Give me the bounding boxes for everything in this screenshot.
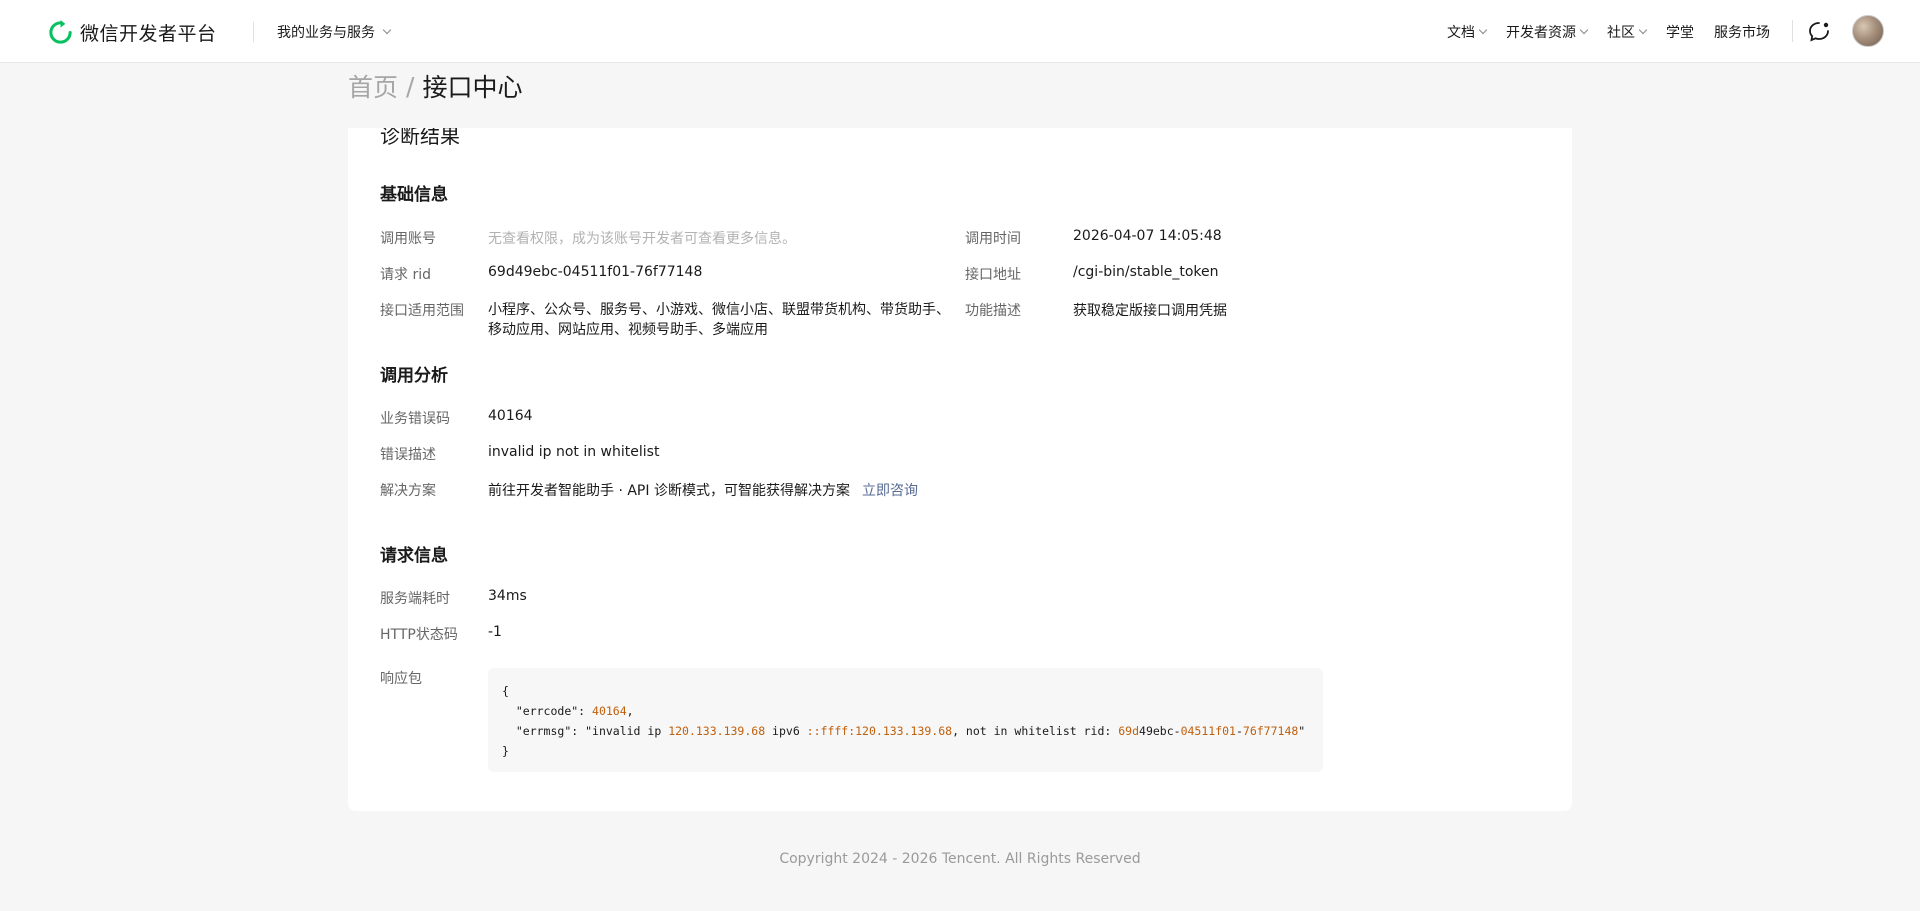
json-ipv6-text: ipv6 xyxy=(765,724,807,738)
json-errcode-value: 40164 xyxy=(592,704,627,718)
json-ipv6: ::ffff:120.133.139.68 xyxy=(806,724,953,738)
logo-text: 微信开发者平台 xyxy=(80,22,217,45)
footer-copyright: Copyright 2024 - 2026 Tencent. All Right… xyxy=(779,851,1141,867)
breadcrumb-current: 接口中心 xyxy=(422,73,523,102)
solution-text: 前往开发者智能助手 · API 诊断模式，可智能获得解决方案 xyxy=(488,483,850,499)
chevron-down-icon xyxy=(1579,25,1589,35)
nav-community-label: 社区 xyxy=(1607,25,1635,41)
breadcrumb: 首页 / 接口中心 xyxy=(348,69,522,103)
nav-service-market-label: 服务市场 xyxy=(1714,25,1770,41)
account-label: 调用账号 xyxy=(380,231,436,247)
diagnosis-card: 诊断结果 基础信息 调用账号 无查看权限，成为该账号开发者可查看更多信息。 调用… xyxy=(348,128,1572,811)
rid-value: 69d49ebc-04511f01-76f77148 xyxy=(488,264,703,280)
api-url-value: /cgi-bin/stable_token xyxy=(1073,264,1219,280)
json-close: } xyxy=(502,744,509,758)
nav-dev-resources-label: 开发者资源 xyxy=(1506,25,1576,41)
json-errmsg-key: "errmsg": "invalid ip xyxy=(515,724,669,738)
solution-label: 解决方案 xyxy=(380,483,436,499)
nav-docs[interactable]: 文档 xyxy=(1447,22,1488,42)
breadcrumb-separator: / xyxy=(406,71,415,101)
nav-divider xyxy=(1792,20,1793,42)
response-label: 响应包 xyxy=(380,671,422,687)
breadcrumb-home[interactable]: 首页 xyxy=(348,68,398,104)
json-open: { xyxy=(502,684,509,698)
rid-label: 请求 rid xyxy=(380,267,431,283)
http-status-label: HTTP状态码 xyxy=(380,627,458,643)
avatar[interactable] xyxy=(1852,15,1884,47)
chevron-down-icon xyxy=(1478,25,1488,35)
nav-academy[interactable]: 学堂 xyxy=(1666,22,1694,42)
diagnosis-title: 诊断结果 xyxy=(380,128,460,148)
message-bubble-icon[interactable] xyxy=(1807,20,1831,44)
nav-dev-resources[interactable]: 开发者资源 xyxy=(1506,22,1589,42)
chevron-down-icon xyxy=(382,25,392,35)
json-rid-e: 76f77148 xyxy=(1242,724,1299,738)
function-label: 功能描述 xyxy=(965,303,1021,319)
scope-value: 小程序、公众号、服务号、小游戏、微信小店、联盟带货机构、带货助手、移动应用、网站… xyxy=(488,302,950,338)
json-tail-text: , not in whitelist rid: xyxy=(952,724,1119,738)
biz-service-menu-label: 我的业务与服务 xyxy=(277,25,375,41)
wechat-dev-logo-icon xyxy=(49,19,72,44)
section-call-analysis: 调用分析 xyxy=(380,366,448,386)
top-header: 微信开发者平台 我的业务与服务 文档 开发者资源 社区 学堂 服务市场 xyxy=(0,0,1920,63)
errdesc-label: 错误描述 xyxy=(380,447,436,463)
errcode-label: 业务错误码 xyxy=(380,411,450,427)
nav-academy-label: 学堂 xyxy=(1666,25,1694,41)
json-rid-b: 49ebc- xyxy=(1139,724,1181,738)
header-divider xyxy=(253,22,254,42)
solution-value: 前往开发者智能助手 · API 诊断模式，可智能获得解决方案 立即咨询 xyxy=(488,480,918,500)
scope-label: 接口适用范围 xyxy=(380,303,464,319)
platform-logo[interactable]: 微信开发者平台 xyxy=(47,18,217,46)
latency-label: 服务端耗时 xyxy=(380,591,450,607)
call-time-value: 2026-04-07 14:05:48 xyxy=(1073,228,1222,244)
biz-service-menu[interactable]: 我的业务与服务 xyxy=(277,22,392,42)
latency-value: 34ms xyxy=(488,588,527,604)
json-rid-d: - xyxy=(1235,724,1243,738)
http-status-value: -1 xyxy=(488,624,502,640)
json-rid-close: " xyxy=(1298,724,1306,738)
errdesc-value: invalid ip not in whitelist xyxy=(488,444,660,460)
json-rid-c: 04511f01 xyxy=(1180,724,1236,738)
call-time-label: 调用时间 xyxy=(965,231,1021,247)
api-url-label: 接口地址 xyxy=(965,267,1021,283)
section-basic-info: 基础信息 xyxy=(380,185,448,205)
nav-community[interactable]: 社区 xyxy=(1607,22,1648,42)
json-rid-a: 69d xyxy=(1118,724,1140,738)
nav-service-market[interactable]: 服务市场 xyxy=(1714,22,1770,42)
json-errcode-key: "errcode": xyxy=(515,704,593,718)
section-request-info: 请求信息 xyxy=(380,546,448,566)
json-comma: , xyxy=(626,704,634,718)
nav-docs-label: 文档 xyxy=(1447,25,1475,41)
function-value: 获取稳定版接口调用凭据 xyxy=(1073,303,1227,319)
response-body[interactable]: { "errcode": 40164, "errmsg": "invalid i… xyxy=(488,668,1323,772)
errcode-value: 40164 xyxy=(488,408,533,424)
account-value: 无查看权限，成为该账号开发者可查看更多信息。 xyxy=(488,231,796,247)
json-ip: 120.133.139.68 xyxy=(668,724,766,738)
consult-now-link[interactable]: 立即咨询 xyxy=(862,483,918,499)
chevron-down-icon xyxy=(1638,25,1648,35)
top-nav: 文档 开发者资源 社区 学堂 服务市场 xyxy=(1447,22,1770,42)
